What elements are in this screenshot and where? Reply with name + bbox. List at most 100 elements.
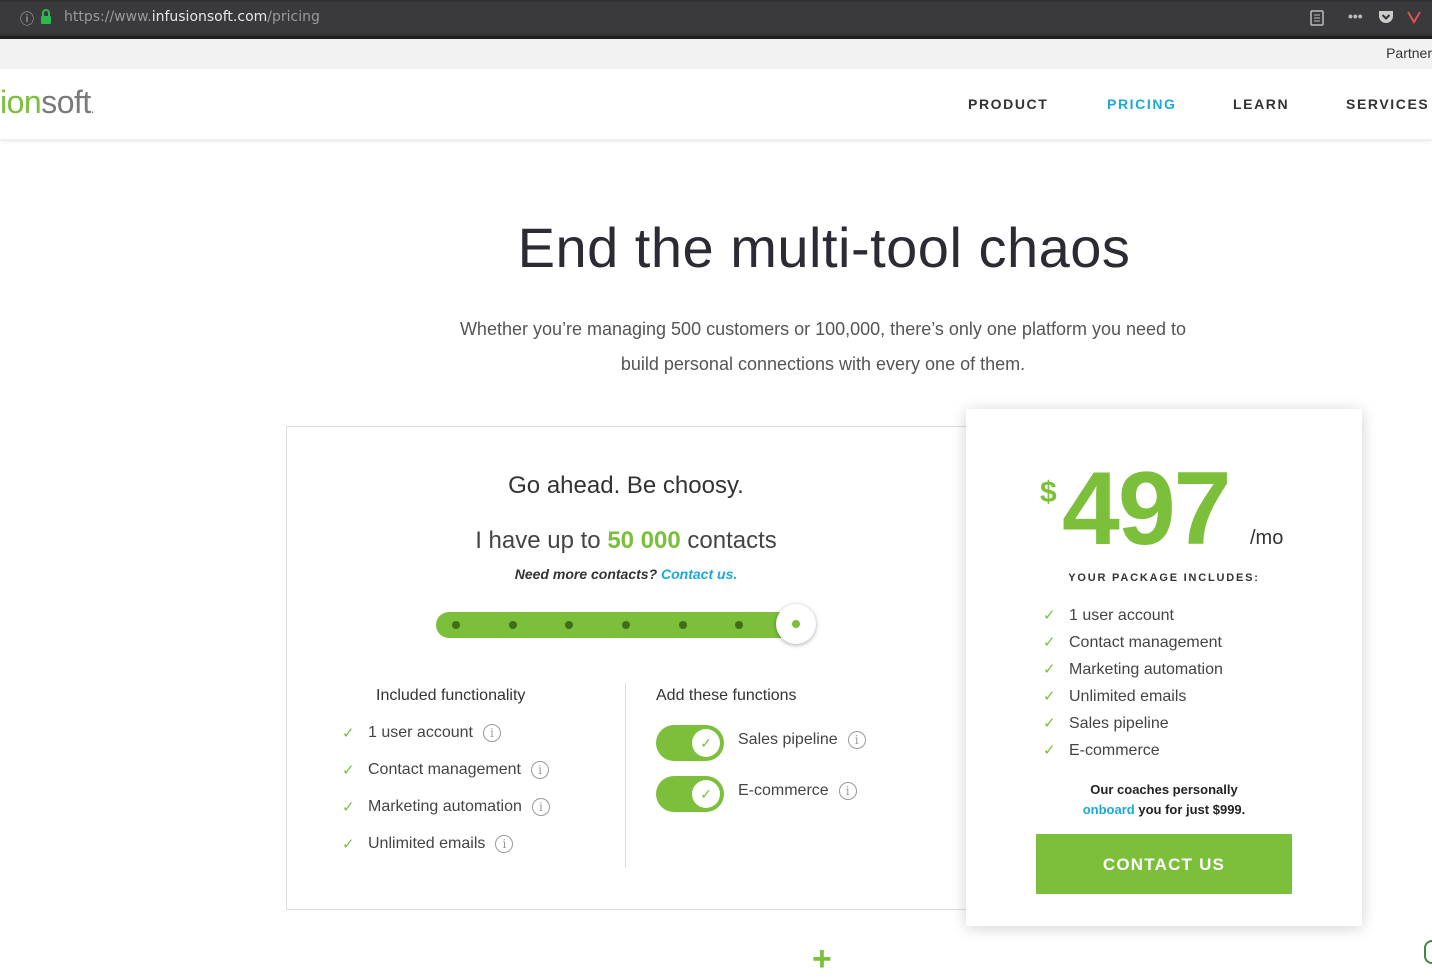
- slider-step[interactable]: [679, 621, 687, 629]
- lock-icon: [40, 9, 51, 24]
- utility-strip: [0, 39, 1432, 69]
- slider-step[interactable]: [509, 621, 517, 629]
- package-item-label: Sales pipeline: [1069, 715, 1169, 732]
- chat-tab[interactable]: [1424, 940, 1432, 964]
- onboard-link[interactable]: onboard: [1083, 802, 1135, 817]
- package-includes-heading: YOUR PACKAGE INCLUDES:: [1068, 572, 1260, 584]
- addon-label: E-commerce: [738, 782, 829, 799]
- package-item-label: 1 user account: [1069, 607, 1174, 624]
- contacts-slider-handle[interactable]: [776, 604, 816, 644]
- main-nav: [0, 69, 1432, 140]
- hero-subtitle-line-2: build personal connections with every on…: [620, 354, 1026, 374]
- slider-handle-dot: [792, 620, 800, 628]
- package-item: ✓ E-commerce: [1043, 741, 1160, 760]
- info-icon[interactable]: i: [495, 835, 514, 853]
- included-item-label: Unlimited emails: [368, 835, 486, 852]
- addon-row: Sales pipeline i: [738, 731, 866, 749]
- nav-learn[interactable]: LEARN: [1233, 96, 1289, 112]
- contact-us-button[interactable]: CONTACT US: [1036, 834, 1292, 894]
- info-icon[interactable]: ⓘ: [20, 9, 34, 29]
- package-item-label: Contact management: [1069, 634, 1222, 651]
- price-period: /mo: [1250, 527, 1284, 549]
- sales-pipeline-toggle[interactable]: ✓: [656, 725, 724, 761]
- included-item-label: 1 user account: [368, 724, 473, 741]
- included-item-label: Contact management: [368, 761, 521, 778]
- price-amount: 497: [1062, 451, 1232, 567]
- url-domain: infusionsoft.com: [151, 9, 268, 25]
- logo-gray: soft: [41, 84, 91, 120]
- need-more-text: Need more contacts?: [514, 566, 658, 582]
- slider-step[interactable]: [565, 621, 573, 629]
- check-icon: ✓: [1043, 661, 1056, 678]
- included-heading: Included functionality: [376, 687, 526, 704]
- contact-us-link[interactable]: Contact us.: [661, 566, 737, 582]
- extension-icon[interactable]: [1406, 9, 1422, 30]
- check-icon: ✓: [692, 780, 720, 808]
- contacts-slider-track[interactable]: [436, 612, 806, 638]
- check-icon: ✓: [692, 729, 720, 757]
- included-item: ✓ Contact management i: [342, 758, 549, 782]
- package-item: ✓ Sales pipeline: [1043, 714, 1169, 733]
- contacts-value: 50 000: [607, 527, 681, 554]
- check-icon: ✓: [342, 836, 355, 853]
- url-scheme: https://www.: [64, 9, 152, 25]
- hero-subtitle: Whether you’re managing 500 customers or…: [420, 312, 1226, 382]
- nav-services[interactable]: SERVICES: [1346, 96, 1429, 112]
- info-icon[interactable]: i: [531, 798, 550, 816]
- package-item-label: Unlimited emails: [1069, 688, 1187, 705]
- need-more-contacts: Need more contacts? Contact us.: [286, 566, 966, 582]
- slider-step[interactable]: [452, 621, 460, 629]
- package-item: ✓ Unlimited emails: [1043, 687, 1186, 706]
- package-item: ✓ Contact management: [1043, 633, 1222, 652]
- info-icon[interactable]: i: [838, 782, 857, 800]
- url-path: /pricing: [267, 9, 320, 25]
- addon-row: E-commerce i: [738, 782, 857, 800]
- addon-label: Sales pipeline: [738, 731, 838, 748]
- check-icon: ✓: [1043, 607, 1056, 624]
- logo[interactable]: ionsoft.: [0, 84, 95, 121]
- check-icon: ✓: [1043, 742, 1056, 759]
- included-item: ✓ 1 user account i: [342, 721, 501, 745]
- reader-view-icon[interactable]: [1310, 10, 1324, 31]
- more-actions-icon[interactable]: •••: [1348, 8, 1363, 24]
- contacts-suffix: contacts: [687, 527, 777, 554]
- page-title: End the multi-tool chaos: [517, 216, 1131, 279]
- package-item: ✓ 1 user account: [1043, 606, 1174, 625]
- contacts-prefix: I have up to: [475, 527, 601, 554]
- hero-subtitle-line-1: Whether you’re managing 500 customers or…: [459, 319, 1187, 339]
- plan-builder-title: Go ahead. Be choosy.: [508, 472, 744, 499]
- ecommerce-toggle[interactable]: ✓: [656, 776, 724, 812]
- included-item-label: Marketing automation: [368, 798, 522, 815]
- coaching-note-line-2: onboard you for just $999.: [966, 800, 1362, 820]
- addons-heading: Add these functions: [656, 687, 797, 704]
- slider-step[interactable]: [735, 621, 743, 629]
- check-icon: ✓: [1043, 688, 1056, 705]
- check-icon: ✓: [342, 725, 355, 742]
- package-item: ✓ Marketing automation: [1043, 660, 1223, 679]
- logo-dot: .: [90, 100, 95, 116]
- info-icon[interactable]: i: [482, 724, 501, 742]
- check-icon: ✓: [342, 799, 355, 816]
- included-item: ✓ Marketing automation i: [342, 795, 550, 819]
- nav-product[interactable]: PRODUCT: [968, 96, 1048, 112]
- pocket-icon[interactable]: [1378, 10, 1394, 30]
- included-item: ✓ Unlimited emails i: [342, 832, 514, 856]
- logo-green: ion: [0, 84, 42, 120]
- check-icon: ✓: [342, 762, 355, 779]
- slider-step[interactable]: [622, 621, 630, 629]
- coaching-note: Our coaches personally onboard you for j…: [966, 780, 1362, 820]
- coaching-price-text: you for just $999.: [1138, 802, 1246, 817]
- info-icon[interactable]: i: [530, 761, 549, 779]
- package-item-label: E-commerce: [1069, 742, 1160, 759]
- check-icon: ✓: [1043, 634, 1056, 651]
- column-divider: [625, 683, 626, 868]
- partner-link[interactable]: Partner: [1386, 45, 1432, 61]
- contacts-count-line: I have up to 50 000 contacts: [286, 527, 966, 555]
- coaching-note-line-1: Our coaches personally: [1090, 782, 1238, 797]
- info-icon[interactable]: i: [847, 731, 866, 749]
- plus-icon: +: [812, 940, 832, 978]
- url-text[interactable]: https://www.infusionsoft.com/pricing: [64, 9, 320, 25]
- price-currency: $: [1040, 476, 1057, 509]
- nav-pricing[interactable]: PRICING: [1107, 96, 1177, 112]
- package-item-label: Marketing automation: [1069, 661, 1223, 678]
